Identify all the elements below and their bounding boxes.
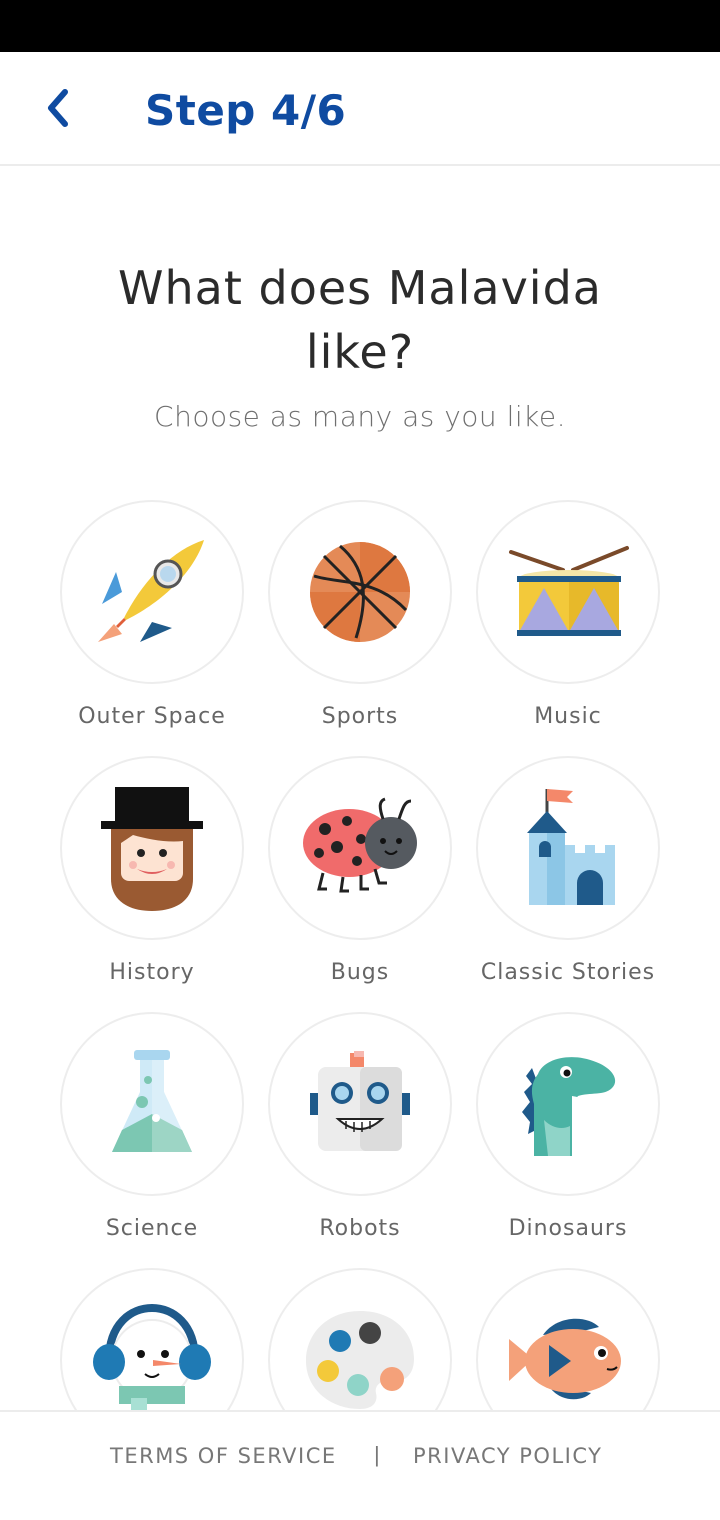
- interest-label: Dinosaurs: [508, 1216, 628, 1241]
- interest-art[interactable]: [256, 1268, 464, 1410]
- interest-circle: [60, 500, 244, 684]
- interest-ocean[interactable]: [464, 1268, 672, 1410]
- interest-circle: [476, 756, 660, 940]
- terms-of-service-link[interactable]: TERMS OF SERVICE: [110, 1444, 337, 1468]
- interest-circle: [476, 500, 660, 684]
- status-bar: [0, 0, 720, 52]
- paint-palette-icon: [306, 1311, 414, 1409]
- interest-label: History: [109, 960, 195, 985]
- rocket-icon: [98, 540, 204, 642]
- question-subtitle: Choose as many as you like.: [154, 400, 566, 433]
- interest-label: Outer Space: [78, 704, 226, 729]
- interest-history[interactable]: History: [48, 756, 256, 996]
- interest-label: Bugs: [330, 960, 390, 985]
- interest-robots[interactable]: Robots: [256, 1012, 464, 1252]
- interest-bugs[interactable]: Bugs: [256, 756, 464, 996]
- interest-science[interactable]: Science: [48, 1012, 256, 1252]
- interest-circle: [268, 1012, 452, 1196]
- interest-label: Robots: [319, 1216, 401, 1241]
- interest-label: Science: [105, 1216, 199, 1241]
- basketball-icon: [310, 542, 410, 642]
- bearded-man-top-hat-icon: [101, 787, 203, 911]
- header: Step 4/6: [0, 52, 720, 166]
- robot-icon: [310, 1051, 410, 1151]
- interest-winter[interactable]: [48, 1268, 256, 1410]
- privacy-policy-link[interactable]: PRIVACY POLICY: [413, 1444, 602, 1468]
- ladybug-icon: [303, 797, 417, 893]
- interest-circle: [60, 756, 244, 940]
- interest-sports[interactable]: Sports: [256, 500, 464, 740]
- back-button[interactable]: [30, 80, 86, 136]
- castle-icon: [527, 789, 615, 905]
- interest-circle: [268, 500, 452, 684]
- interest-label: Music: [534, 704, 602, 729]
- snowman-headphones-icon: [93, 1303, 211, 1410]
- chevron-left-icon: [48, 89, 68, 127]
- interest-circle: [476, 1012, 660, 1196]
- interest-circle: [60, 1268, 244, 1410]
- interest-label: Sports: [321, 704, 399, 729]
- footer-separator: |: [374, 1442, 380, 1467]
- interest-classic-stories[interactable]: Classic Stories: [464, 756, 672, 996]
- interest-circle: [476, 1268, 660, 1410]
- dinosaur-icon: [522, 1057, 616, 1156]
- interest-circle: [268, 756, 452, 940]
- interest-outer-space[interactable]: Outer Space: [48, 500, 256, 740]
- drum-icon: [509, 546, 629, 636]
- interest-dinosaurs[interactable]: Dinosaurs: [464, 1012, 672, 1252]
- footer: TERMS OF SERVICE | PRIVACY POLICY: [0, 1410, 720, 1520]
- interest-label: Classic Stories: [480, 960, 656, 985]
- flask-icon: [112, 1050, 192, 1152]
- interest-music[interactable]: Music: [464, 500, 672, 740]
- interest-circle: [268, 1268, 452, 1410]
- step-title: Step 4/6: [145, 86, 347, 135]
- question-title: What does Malavida like?: [118, 261, 602, 379]
- interests-grid: Outer Space Sports Music History Bugs Cl…: [0, 500, 720, 1410]
- fish-icon: [509, 1318, 621, 1400]
- interest-circle: [60, 1012, 244, 1196]
